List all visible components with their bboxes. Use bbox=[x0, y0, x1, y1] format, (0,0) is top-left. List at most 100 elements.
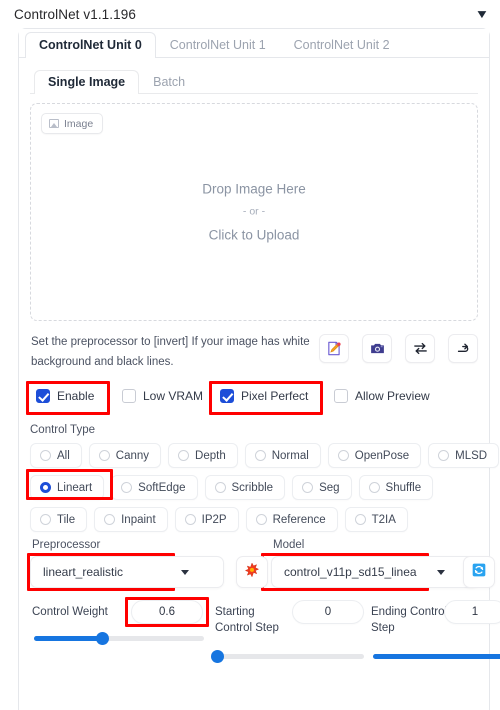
drop-image-here-text: Drop Image Here bbox=[202, 181, 306, 197]
radio-lineart[interactable] bbox=[40, 482, 51, 493]
click-to-upload-text: Click to Upload bbox=[208, 227, 300, 243]
control-type-tile[interactable]: Tile bbox=[30, 507, 88, 532]
radio-scribble[interactable] bbox=[214, 482, 226, 493]
control-weight-label: Control Weight bbox=[32, 606, 108, 618]
send-arrow-icon-button[interactable] bbox=[448, 334, 478, 363]
starting-control-step-slider[interactable] bbox=[210, 650, 364, 663]
radio-shuffle[interactable] bbox=[368, 482, 380, 493]
slider-area: Control Weight 0.6 Starting Control Step… bbox=[30, 597, 500, 680]
swap-arrows-icon-button[interactable] bbox=[405, 334, 435, 363]
ending-control-step-slider[interactable] bbox=[373, 650, 500, 663]
ending-control-step-label: Ending Control Step bbox=[371, 606, 448, 634]
refresh-models-button[interactable] bbox=[463, 556, 495, 588]
checkbox-pixel-perfect[interactable]: Pixel Perfect bbox=[220, 389, 308, 403]
chevron-down-icon-model[interactable] bbox=[437, 569, 445, 575]
tab-single-image[interactable]: Single Image bbox=[34, 70, 140, 94]
checkbox-low-vram[interactable]: Low VRAM bbox=[122, 389, 203, 403]
radio-normal[interactable] bbox=[254, 450, 266, 461]
radio-reference[interactable] bbox=[255, 514, 267, 525]
drop-or-text: - or - bbox=[242, 205, 266, 218]
radio-tile[interactable] bbox=[40, 514, 51, 525]
control-type-all-label: All bbox=[57, 449, 70, 462]
radio-softedge[interactable] bbox=[121, 482, 133, 493]
radio-t2ia[interactable] bbox=[354, 514, 366, 525]
control-type-t2ia-label: T2IA bbox=[371, 513, 396, 526]
control-weight-input[interactable]: 0.6 bbox=[131, 600, 203, 624]
control-type-reference[interactable]: Reference bbox=[245, 507, 338, 532]
edit-image-icon bbox=[326, 340, 343, 357]
control-type-normal-label: Normal bbox=[271, 449, 309, 462]
control-type-lineart-label: Lineart bbox=[57, 481, 93, 494]
radio-depth[interactable] bbox=[178, 450, 190, 461]
chevron-down-icon[interactable]: ▼ bbox=[475, 8, 490, 20]
control-type-t2ia[interactable]: T2IA bbox=[344, 507, 408, 532]
refresh-icon bbox=[471, 562, 487, 583]
source-tabs: Single Image Batch bbox=[30, 67, 478, 94]
radio-mlsd[interactable] bbox=[438, 450, 450, 461]
control-type-openpose[interactable]: OpenPose bbox=[327, 443, 422, 468]
control-type-canny[interactable]: Canny bbox=[88, 443, 162, 468]
control-type-reference-label: Reference bbox=[272, 513, 326, 526]
model-value: control_v11p_sd15_linea bbox=[284, 565, 417, 579]
edit-image-icon-button[interactable] bbox=[319, 334, 349, 363]
control-weight-slider-fill bbox=[34, 636, 102, 641]
starting-control-step-slider-knob[interactable] bbox=[210, 650, 224, 663]
control-weight-slider-knob[interactable] bbox=[95, 632, 109, 645]
chevron-down-icon-preprocessor[interactable] bbox=[181, 569, 189, 575]
checkbox-enable-label: Enable bbox=[57, 389, 95, 403]
tab-batch[interactable]: Batch bbox=[139, 70, 199, 94]
control-type-normal[interactable]: Normal bbox=[244, 443, 321, 468]
low-vram-checkbox-box[interactable] bbox=[122, 389, 136, 403]
model-dropdown[interactable]: control_v11p_sd15_linea bbox=[271, 556, 479, 588]
camera-icon-button[interactable] bbox=[362, 334, 392, 363]
control-type-softedge[interactable]: SoftEdge bbox=[111, 475, 198, 500]
control-type-row-1: All Canny Depth Normal OpenPose MLSD bbox=[30, 443, 500, 468]
image-badge-label: Image bbox=[64, 117, 94, 130]
checkbox-pixel-perfect-label: Pixel Perfect bbox=[241, 389, 309, 403]
control-type-scribble-label: Scribble bbox=[231, 481, 274, 494]
tab-controlnet-unit-1[interactable]: ControlNet Unit 1 bbox=[156, 32, 280, 58]
control-type-mlsd[interactable]: MLSD bbox=[428, 443, 500, 468]
burst-star-icon bbox=[244, 562, 260, 583]
control-type-inpaint[interactable]: Inpaint bbox=[94, 507, 168, 532]
checkbox-low-vram-label: Low VRAM bbox=[143, 389, 204, 403]
checkbox-enable[interactable]: Enable bbox=[36, 389, 94, 403]
radio-ip2p[interactable] bbox=[184, 514, 196, 525]
send-arrow-icon bbox=[455, 340, 472, 357]
starting-control-step-input[interactable]: 0 bbox=[292, 600, 364, 624]
tab-controlnet-unit-0[interactable]: ControlNet Unit 0 bbox=[25, 32, 156, 58]
run-preprocessor-button[interactable] bbox=[236, 556, 268, 588]
radio-seg[interactable] bbox=[302, 482, 314, 493]
checkbox-allow-preview[interactable]: Allow Preview bbox=[334, 389, 430, 403]
control-type-tile-label: Tile bbox=[57, 513, 76, 526]
control-type-lineart[interactable]: Lineart bbox=[30, 475, 105, 500]
ending-control-step-input[interactable]: 1 bbox=[444, 600, 500, 624]
control-weight-slider[interactable] bbox=[34, 632, 204, 645]
image-dropzone[interactable]: Image Drop Image Here - or - Click to Up… bbox=[30, 103, 478, 321]
image-action-buttons bbox=[319, 334, 478, 363]
control-type-openpose-label: OpenPose bbox=[354, 449, 410, 462]
model-label: Model bbox=[273, 539, 305, 551]
control-type-ip2p[interactable]: IP2P bbox=[174, 507, 239, 532]
tab-controlnet-unit-2[interactable]: ControlNet Unit 2 bbox=[280, 32, 404, 58]
radio-all[interactable] bbox=[40, 450, 51, 461]
control-type-all[interactable]: All bbox=[30, 443, 82, 468]
radio-openpose[interactable] bbox=[337, 450, 349, 461]
allow-preview-checkbox-box[interactable] bbox=[334, 389, 348, 403]
radio-canny[interactable] bbox=[98, 450, 110, 461]
image-badge: Image bbox=[41, 113, 104, 134]
control-type-softedge-label: SoftEdge bbox=[138, 481, 186, 494]
ending-control-step-slider-fill bbox=[373, 654, 500, 659]
control-type-scribble[interactable]: Scribble bbox=[204, 475, 286, 500]
control-type-seg[interactable]: Seg bbox=[292, 475, 352, 500]
checkbox-allow-preview-label: Allow Preview bbox=[355, 389, 430, 403]
pixel-perfect-checkbox-box[interactable] bbox=[220, 389, 234, 403]
control-type-depth[interactable]: Depth bbox=[168, 443, 238, 468]
control-type-shuffle[interactable]: Shuffle bbox=[358, 475, 434, 500]
page-title: ControlNet v1.1.196 bbox=[14, 6, 136, 22]
accordion-header[interactable]: ControlNet v1.1.196 ▼ bbox=[0, 0, 500, 28]
radio-inpaint[interactable] bbox=[104, 514, 116, 525]
preprocessor-dropdown[interactable]: lineart_realistic bbox=[30, 556, 224, 588]
control-type-shuffle-label: Shuffle bbox=[385, 481, 422, 494]
enable-checkbox-box[interactable] bbox=[36, 389, 50, 403]
